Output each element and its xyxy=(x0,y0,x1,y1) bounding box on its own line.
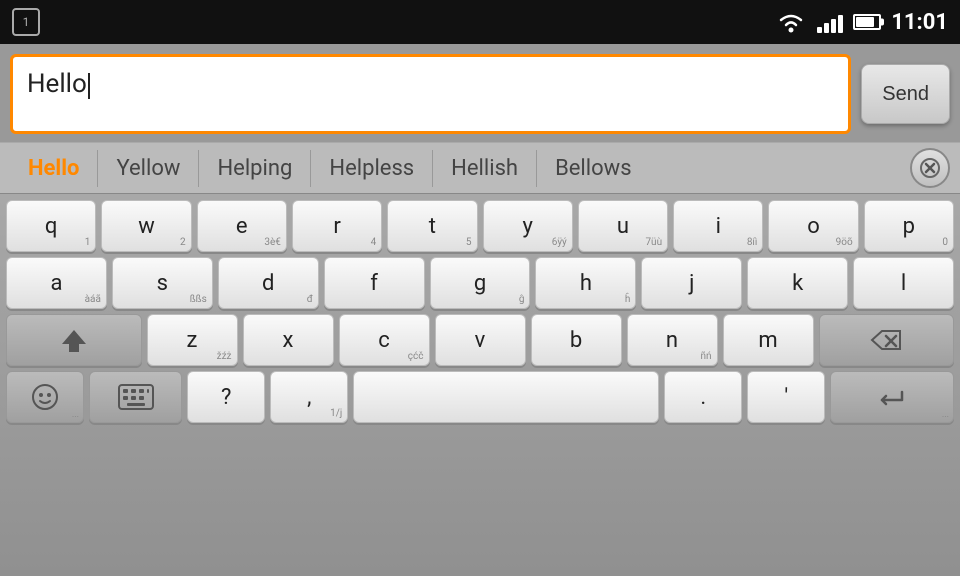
key-space[interactable] xyxy=(353,371,659,423)
notification-icon: 1 xyxy=(12,8,40,36)
send-button[interactable]: Send xyxy=(861,64,950,124)
key-row-3: zžźż x cçćč v b nñń m xyxy=(6,314,954,366)
status-bar-right: 11:01 xyxy=(775,10,948,35)
key-h[interactable]: hĥ xyxy=(535,257,636,309)
key-q[interactable]: q1 xyxy=(6,200,96,252)
backspace-key[interactable] xyxy=(819,314,955,366)
key-apostrophe[interactable]: ' xyxy=(747,371,825,423)
close-icon xyxy=(920,158,940,178)
key-f[interactable]: f xyxy=(324,257,425,309)
keyboard-switch-key[interactable] xyxy=(89,371,182,423)
key-x[interactable]: x xyxy=(243,314,334,366)
status-bar-left: 1 xyxy=(12,8,40,36)
text-content: Hello xyxy=(27,69,87,99)
shift-icon xyxy=(60,326,88,354)
status-bar: 1 11:01 xyxy=(0,0,960,44)
signal-icon xyxy=(817,11,843,33)
key-n[interactable]: nñń xyxy=(627,314,718,366)
key-w[interactable]: w2 xyxy=(101,200,191,252)
enter-key[interactable]: ... xyxy=(830,371,954,423)
suggestion-hello[interactable]: Hello xyxy=(10,150,98,187)
main-area: Hello Send Hello Yellow Helping Helpless… xyxy=(0,44,960,576)
suggestions-bar: Hello Yellow Helping Helpless Hellish Be… xyxy=(0,142,960,194)
key-row-2: aàáã sßßs dđ f gĝ hĥ j k l xyxy=(6,257,954,309)
suggestion-bellows[interactable]: Bellows xyxy=(537,150,650,187)
key-t[interactable]: t5 xyxy=(387,200,477,252)
key-k[interactable]: k xyxy=(747,257,848,309)
key-i[interactable]: i8íì xyxy=(673,200,763,252)
status-time: 11:01 xyxy=(891,10,948,35)
key-u[interactable]: u7üù xyxy=(578,200,668,252)
suggestion-close-button[interactable] xyxy=(910,148,950,188)
key-g[interactable]: gĝ xyxy=(430,257,531,309)
emoji-icon xyxy=(31,383,59,411)
key-d[interactable]: dđ xyxy=(218,257,319,309)
key-l[interactable]: l xyxy=(853,257,954,309)
key-s[interactable]: sßßs xyxy=(112,257,213,309)
backspace-icon xyxy=(870,329,902,351)
key-a[interactable]: aàáã xyxy=(6,257,107,309)
key-row-1: q1 w2 e3è€ r4 t5 y6ÿý u7üù i8íì o9öõ p0 xyxy=(6,200,954,252)
key-period[interactable]: . xyxy=(664,371,742,423)
key-p[interactable]: p0 xyxy=(864,200,954,252)
keyboard: q1 w2 e3è€ r4 t5 y6ÿý u7üù i8íì o9öõ p0 … xyxy=(0,194,960,576)
key-m[interactable]: m xyxy=(723,314,814,366)
enter-icon xyxy=(876,386,908,408)
key-e[interactable]: e3è€ xyxy=(197,200,287,252)
suggestion-hellish[interactable]: Hellish xyxy=(433,150,537,187)
key-z[interactable]: zžźż xyxy=(147,314,238,366)
keyboard-icon xyxy=(118,384,154,410)
suggestion-helpless[interactable]: Helpless xyxy=(311,150,433,187)
battery-icon xyxy=(853,14,881,30)
text-input-box[interactable]: Hello xyxy=(10,54,851,134)
key-y[interactable]: y6ÿý xyxy=(483,200,573,252)
key-question[interactable]: ? xyxy=(187,371,265,423)
key-o[interactable]: o9öõ xyxy=(768,200,858,252)
key-j[interactable]: j xyxy=(641,257,742,309)
input-row: Hello Send xyxy=(0,44,960,142)
emoji-key[interactable]: ... xyxy=(6,371,84,423)
key-r[interactable]: r4 xyxy=(292,200,382,252)
shift-key[interactable] xyxy=(6,314,142,366)
key-row-4: ... ? ,1/j . ' xyxy=(6,371,954,423)
key-b[interactable]: b xyxy=(531,314,622,366)
suggestion-yellow[interactable]: Yellow xyxy=(98,150,199,187)
key-v[interactable]: v xyxy=(435,314,526,366)
wifi-icon xyxy=(775,10,807,34)
key-c[interactable]: cçćč xyxy=(339,314,430,366)
key-comma[interactable]: ,1/j xyxy=(270,371,348,423)
text-cursor xyxy=(88,73,90,99)
suggestion-helping[interactable]: Helping xyxy=(199,150,311,187)
